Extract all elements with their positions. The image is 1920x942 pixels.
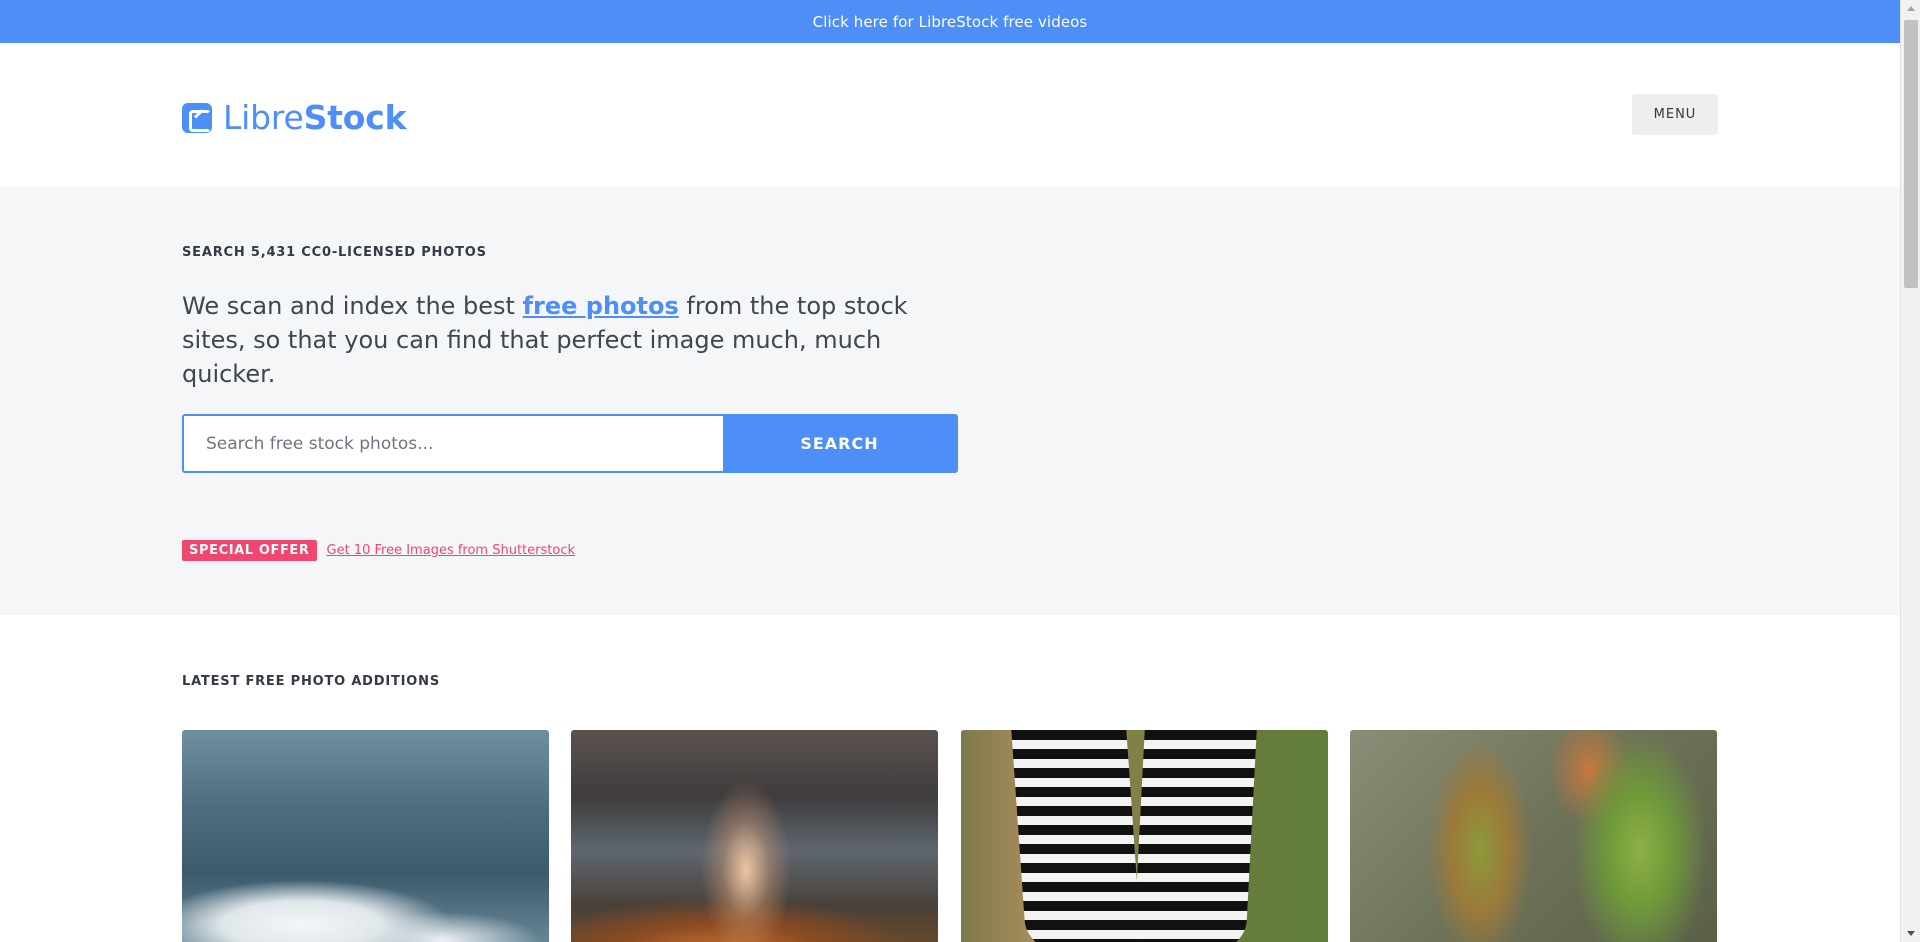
menu-button[interactable]: MENU [1632,94,1718,135]
special-offer-badge: SPECIAL OFFER [182,540,317,561]
page-content: Click here for LibreStock free videos Li… [0,0,1900,942]
hero-intro: We scan and index the best free photos f… [182,289,972,391]
striped-sock-left [1011,730,1142,942]
scroll-up-arrow-icon[interactable] [1907,6,1915,11]
page-scrollbar[interactable] [1900,0,1920,942]
photo-card-striped-socks[interactable] [961,730,1328,942]
videos-banner[interactable]: Click here for LibreStock free videos [0,0,1900,43]
search-button[interactable]: SEARCH [723,416,956,471]
logo-text-light: Libre [223,98,304,137]
search-input[interactable] [184,416,723,471]
search-form: SEARCH [182,414,958,473]
free-photos-link[interactable]: free photos [523,292,679,320]
striped-sock-right [1133,730,1257,942]
shutterstock-offer-link[interactable]: Get 10 Free Images from Shutterstock [327,543,575,558]
latest-photos-section: LATEST FREE PHOTO ADDITIONS [0,615,1900,942]
librestock-logo[interactable]: LibreStock [182,98,407,137]
logo-icon [182,102,212,133]
photo-card-ocean-wave[interactable] [182,730,549,942]
scroll-down-arrow-icon[interactable] [1907,931,1915,936]
logo-text-bold: Stock [303,98,407,137]
hero-section: SEARCH 5,431 CC0-LICENSED PHOTOS We scan… [0,187,1900,615]
photo-count-kicker: SEARCH 5,431 CC0-LICENSED PHOTOS [182,245,487,260]
latest-photos-title: LATEST FREE PHOTO ADDITIONS [182,674,440,689]
scrollbar-thumb[interactable] [1904,20,1918,288]
site-header: LibreStock MENU [0,43,1900,187]
videos-banner-text[interactable]: Click here for LibreStock free videos [813,13,1088,31]
browser-viewport: Click here for LibreStock free videos Li… [0,0,1920,942]
special-offer: SPECIAL OFFER Get 10 Free Images from Sh… [182,540,575,561]
photo-card-autumn-path[interactable] [571,730,938,942]
hero-intro-before: We scan and index the best [182,292,523,320]
photo-card-green-leaves[interactable] [1350,730,1717,942]
logo-text: LibreStock [223,98,407,137]
